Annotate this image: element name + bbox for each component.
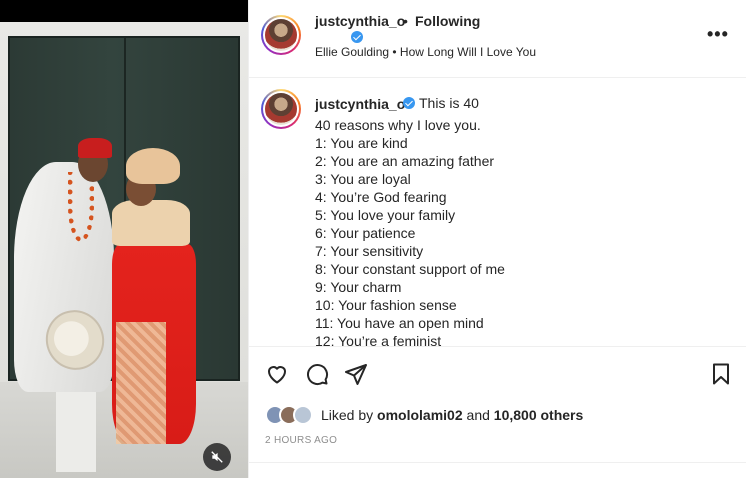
action-bar bbox=[249, 348, 746, 398]
caption-line: 11: You have an open mind bbox=[315, 315, 484, 331]
caption-line: 5: You love your family bbox=[315, 207, 456, 223]
bookmark-icon[interactable] bbox=[709, 362, 733, 386]
mute-button[interactable] bbox=[203, 443, 231, 471]
likes-count-link[interactable]: 10,800 others bbox=[494, 407, 584, 423]
speaker-muted-icon bbox=[211, 451, 223, 463]
woman-top bbox=[112, 200, 190, 246]
coral-beads bbox=[68, 172, 94, 242]
paper-plane-icon[interactable] bbox=[344, 362, 368, 386]
caption-line: 7: Your sensitivity bbox=[315, 243, 424, 259]
comment-icon[interactable] bbox=[305, 362, 329, 386]
caption-line: 40 reasons why I love you. bbox=[315, 117, 481, 133]
add-comment-bar[interactable] bbox=[249, 462, 746, 478]
caption-section: justcynthia_o This is 40 40 reasons why … bbox=[249, 79, 746, 347]
caption-line: 12: You’re a feminist bbox=[315, 333, 442, 347]
author-username[interactable]: justcynthia_o bbox=[315, 13, 405, 29]
separator-dot: • bbox=[403, 13, 408, 29]
likes-and: and bbox=[466, 407, 490, 423]
more-options-icon[interactable]: ••• bbox=[707, 24, 729, 45]
caption-author-avatar[interactable] bbox=[261, 89, 301, 129]
heart-icon[interactable] bbox=[265, 362, 289, 386]
caption-line: 10: Your fashion sense bbox=[315, 297, 457, 313]
post-media[interactable] bbox=[0, 0, 248, 478]
caption-line: 9: Your charm bbox=[315, 279, 402, 295]
caption-line: 3: You are loyal bbox=[315, 171, 411, 187]
caption-username[interactable]: justcynthia_o bbox=[315, 96, 405, 112]
liker-username-link[interactable]: omololami02 bbox=[377, 407, 463, 423]
man-figure-legs bbox=[56, 382, 96, 472]
following-button[interactable]: Following bbox=[415, 13, 480, 29]
caption-line: 4: You’re God fearing bbox=[315, 189, 447, 205]
likes-summary: Liked by omololami02 and 10,800 others bbox=[265, 403, 583, 427]
gele-headtie bbox=[126, 148, 180, 184]
post-header: justcynthia_o • Following Ellie Goulding… bbox=[249, 0, 746, 78]
audio-track-link[interactable]: Ellie Goulding • How Long Will I Love Yo… bbox=[315, 45, 536, 59]
caption-line: 8: Your constant support of me bbox=[315, 261, 505, 277]
verified-badge-icon bbox=[351, 31, 363, 43]
caption-body: 40 reasons why I love you. 1: You are ki… bbox=[315, 116, 505, 347]
post-timestamp[interactable]: 2 HOURS AGO bbox=[265, 435, 337, 446]
caption-line: 2: You are an amazing father bbox=[315, 153, 495, 169]
post-photo bbox=[0, 22, 248, 478]
verified-badge-icon bbox=[403, 97, 415, 109]
caption-line: 1: You are kind bbox=[315, 135, 408, 151]
lace-wrapper bbox=[116, 322, 166, 444]
post-details-panel: justcynthia_o • Following Ellie Goulding… bbox=[248, 0, 746, 478]
caption-lead-text: This is 40 bbox=[419, 95, 479, 111]
likes-prefix: Liked by bbox=[321, 407, 374, 423]
author-avatar[interactable] bbox=[261, 15, 301, 55]
likes-text: Liked by omololami02 and 10,800 others bbox=[321, 407, 583, 423]
caption-line: 6: Your patience bbox=[315, 225, 416, 241]
red-cap bbox=[78, 138, 112, 158]
liker-avatar[interactable] bbox=[293, 405, 313, 425]
